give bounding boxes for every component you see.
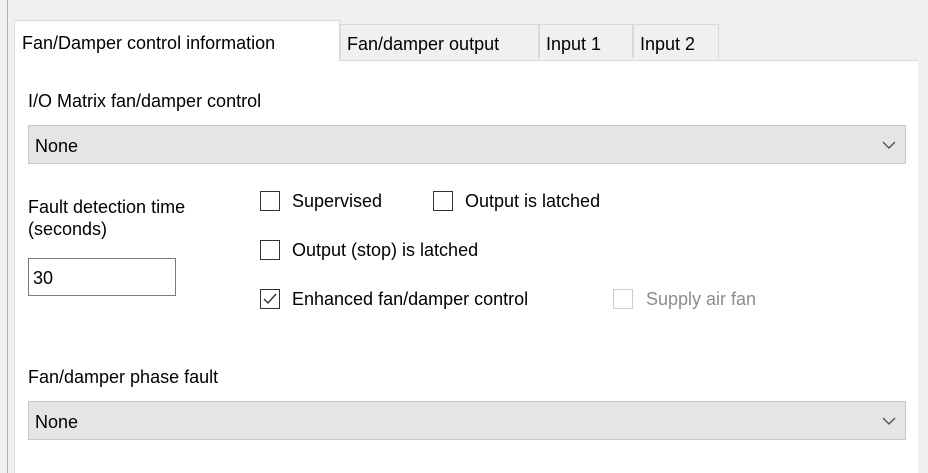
fault-detection-label-line2: (seconds) bbox=[28, 219, 108, 239]
checkmark-icon bbox=[263, 293, 277, 305]
supply-air-fan-label: Supply air fan bbox=[646, 289, 757, 309]
phase-fault-combobox[interactable]: None bbox=[28, 401, 906, 440]
phase-fault-label: Fan/damper phase fault bbox=[28, 367, 219, 387]
tab-input-2[interactable]: Input 2 bbox=[633, 24, 719, 58]
io-matrix-value: None bbox=[35, 136, 79, 156]
io-matrix-label: I/O Matrix fan/damper control bbox=[28, 91, 262, 111]
chevron-down-icon bbox=[882, 141, 896, 149]
io-matrix-combobox[interactable]: None bbox=[28, 125, 906, 164]
output-stop-latched-label: Output (stop) is latched bbox=[292, 240, 479, 260]
supply-air-fan-checkbox[interactable] bbox=[613, 289, 633, 309]
chevron-down-icon bbox=[882, 417, 896, 425]
enhanced-control-label: Enhanced fan/damper control bbox=[292, 289, 529, 309]
phase-fault-value: None bbox=[35, 412, 79, 432]
fault-detection-label-line1: Fault detection time bbox=[28, 197, 186, 217]
output-latched-label: Output is latched bbox=[465, 191, 601, 211]
output-latched-checkbox[interactable] bbox=[433, 191, 453, 211]
tab-panel: I/O Matrix fan/damper control None Fault… bbox=[14, 60, 918, 473]
tab-input-1[interactable]: Input 1 bbox=[539, 24, 633, 58]
output-stop-latched-checkbox[interactable] bbox=[260, 240, 280, 260]
tab-fan-damper-control-information[interactable]: Fan/Damper control information bbox=[14, 20, 340, 61]
supervised-label: Supervised bbox=[292, 191, 383, 211]
enhanced-control-checkbox[interactable] bbox=[260, 289, 280, 309]
supervised-checkbox[interactable] bbox=[260, 191, 280, 211]
window-border bbox=[7, 0, 8, 473]
fault-detection-time-input[interactable]: 30 bbox=[28, 258, 176, 296]
tab-fan-damper-output[interactable]: Fan/damper output bbox=[340, 24, 539, 58]
